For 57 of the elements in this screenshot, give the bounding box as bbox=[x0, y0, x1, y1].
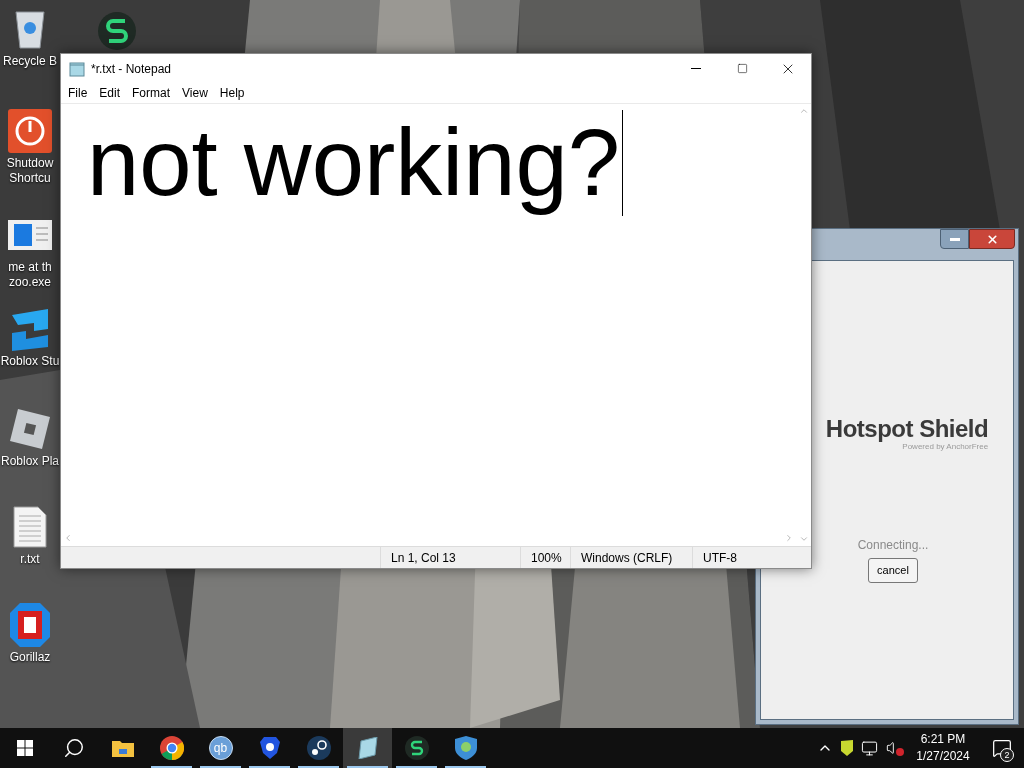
gorillaz-icon bbox=[10, 603, 50, 647]
scroll-right-icon bbox=[784, 532, 794, 543]
icon-label: Roblox Stu bbox=[0, 354, 60, 369]
text-file-icon bbox=[13, 506, 47, 548]
notepad-icon bbox=[356, 737, 379, 759]
connection-status: Connecting... bbox=[856, 537, 929, 554]
windows-start-icon bbox=[16, 740, 33, 756]
folder-icon bbox=[111, 739, 134, 757]
notification-icon bbox=[992, 738, 1012, 758]
clock[interactable]: 6:21 PM 1/27/2024 bbox=[906, 728, 980, 768]
icon-label: me at th bbox=[8, 260, 52, 275]
roblox-icon bbox=[8, 407, 52, 451]
power-icon bbox=[8, 109, 52, 153]
document-text: not working? bbox=[87, 109, 620, 217]
notepad-icon bbox=[69, 60, 85, 77]
notification-button[interactable]: 2 bbox=[980, 728, 1024, 768]
menu-item[interactable]: File bbox=[62, 84, 94, 102]
close-icon bbox=[985, 232, 999, 246]
minimize-icon bbox=[691, 68, 701, 69]
qbittorrent-icon: qb bbox=[208, 736, 233, 760]
menu-item[interactable]: Edit bbox=[93, 84, 127, 102]
network-icon[interactable] bbox=[861, 739, 878, 757]
icon-label: zoo.exe bbox=[9, 275, 51, 290]
status-text: Ln 1, Col 13 bbox=[380, 547, 520, 568]
close-button[interactable] bbox=[969, 229, 1015, 249]
scroll-down-icon bbox=[798, 534, 809, 544]
menu-item[interactable]: Help bbox=[213, 84, 251, 102]
brand-name: Hotspot Shield bbox=[825, 416, 989, 442]
icon-label: Shortcu bbox=[9, 171, 51, 186]
volume-icon[interactable] bbox=[886, 740, 904, 756]
window-icon bbox=[8, 220, 52, 250]
window-title: *r.txt - Notepad bbox=[91, 60, 172, 78]
status-text: UTF-8 bbox=[692, 547, 796, 568]
search-icon bbox=[62, 737, 85, 759]
shield-icon[interactable] bbox=[841, 740, 853, 756]
scroll-up-icon bbox=[798, 106, 809, 116]
icon-label: Roblox Pla bbox=[1, 454, 59, 469]
menu-item[interactable]: View bbox=[176, 84, 214, 102]
icon-label: r.txt bbox=[20, 552, 40, 567]
lion-shield-icon bbox=[259, 737, 280, 759]
chrome-icon bbox=[159, 736, 184, 760]
shield-icon bbox=[454, 736, 477, 760]
scroll-left-icon bbox=[63, 532, 73, 543]
icon-label: Shutdow bbox=[6, 156, 54, 171]
maximize-icon bbox=[736, 63, 748, 74]
steam-icon bbox=[306, 736, 331, 760]
minimize-button[interactable] bbox=[940, 229, 969, 249]
status-text: Windows (CRLF) bbox=[570, 547, 692, 568]
taskbar-button[interactable] bbox=[343, 728, 392, 768]
icon-label: Recycle B bbox=[3, 54, 57, 69]
brand-tagline: Powered by AnchorFree bbox=[902, 442, 989, 452]
app-icon bbox=[97, 11, 137, 51]
app-icon bbox=[404, 736, 429, 760]
status-text: 100% bbox=[520, 547, 570, 568]
cancel-button[interactable]: cancel bbox=[868, 558, 918, 583]
menu-item[interactable]: Format bbox=[126, 84, 177, 102]
icon-label: Gorillaz bbox=[9, 650, 51, 665]
